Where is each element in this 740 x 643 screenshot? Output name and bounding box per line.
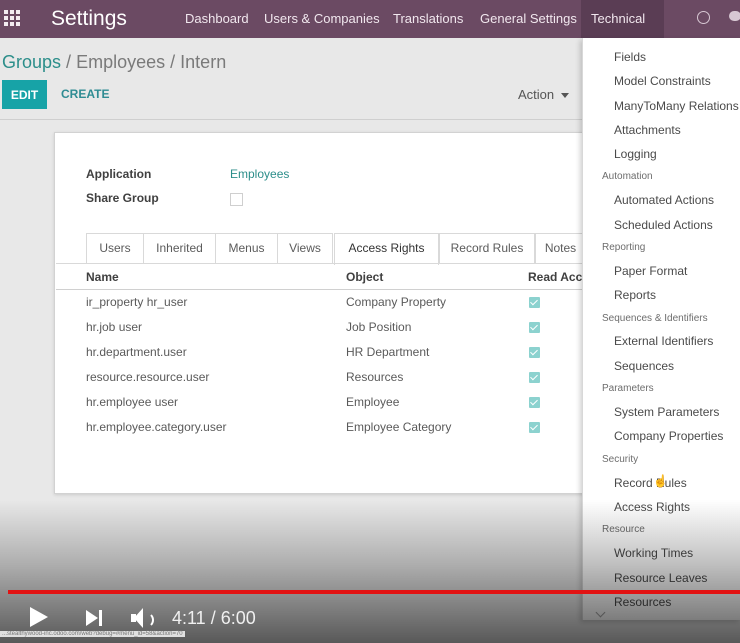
menu-item-company-properties[interactable]: Company Properties [614, 429, 723, 443]
tab-record-rules[interactable]: Record Rules [439, 233, 535, 264]
menu-item-resource-leaves[interactable]: Resource Leaves [614, 571, 707, 585]
cell-object: Job Position [346, 320, 412, 334]
edit-button[interactable]: EDIT [2, 80, 47, 109]
menu-section-reporting: Reporting [602, 242, 646, 253]
create-button[interactable]: CREATE [61, 87, 109, 101]
menu-item-system-parameters[interactable]: System Parameters [614, 405, 719, 419]
breadcrumb-current: Intern [180, 52, 227, 72]
status-url: ...stealthywood-inc.odoo.com/web?debug=#… [0, 631, 185, 637]
breadcrumb: Groups / Employees / Intern [2, 52, 226, 73]
cell-name: resource.resource.user [86, 370, 210, 384]
menu-technical[interactable]: Technical [591, 11, 645, 26]
breadcrumb-groups[interactable]: Groups [2, 52, 61, 72]
video-progress-bar[interactable] [8, 590, 740, 594]
tab-menus[interactable]: Menus [215, 233, 278, 264]
read-access-checkbox[interactable] [529, 322, 540, 333]
read-access-checkbox[interactable] [529, 397, 540, 408]
menu-section-resource: Resource [602, 524, 645, 535]
tab-notes[interactable]: Notes [535, 233, 586, 264]
menu-item-automated-actions[interactable]: Automated Actions [614, 193, 714, 207]
cell-object: Employee [346, 395, 400, 409]
share-group-label: Share Group [86, 191, 159, 205]
cell-object: Employee Category [346, 420, 452, 434]
table-row[interactable]: ir_property hr_user Company Property [56, 289, 584, 314]
read-access-checkbox[interactable] [529, 422, 540, 433]
tab-views[interactable]: Views [277, 233, 333, 264]
top-navbar: Settings Dashboard Users & Companies Tra… [0, 0, 740, 38]
divider [0, 119, 583, 120]
breadcrumb-separator: / [170, 52, 176, 72]
menu-item-scheduled-actions[interactable]: Scheduled Actions [614, 218, 713, 232]
menu-section-parameters: Parameters [602, 383, 654, 394]
column-header-read-access[interactable]: Read Acc [528, 270, 582, 284]
menu-item-external-identifiers[interactable]: External Identifiers [614, 334, 713, 348]
video-time: 4:11 / 6:00 [172, 608, 256, 628]
menu-section-automation: Automation [602, 171, 653, 182]
tab-access-rights[interactable]: Access Rights [334, 233, 439, 265]
table-row[interactable]: hr.employee.category.user Employee Categ… [56, 414, 584, 439]
menu-translations[interactable]: Translations [393, 11, 463, 26]
app-title: Settings [51, 7, 127, 30]
menu-item-many2many-relations[interactable]: ManyToMany Relations [614, 99, 739, 113]
menu-item-paper-format[interactable]: Paper Format [614, 264, 687, 278]
menu-general-settings[interactable]: General Settings [480, 11, 577, 26]
menu-dashboard[interactable]: Dashboard [185, 11, 249, 26]
menu-item-model-constraints[interactable]: Model Constraints [614, 74, 711, 88]
cell-object: HR Department [346, 345, 430, 359]
menu-item-record-rules[interactable]: Record Rules [614, 476, 687, 490]
cell-object: Company Property [346, 295, 447, 309]
action-dropdown[interactable]: Action [518, 87, 554, 102]
application-value[interactable]: Employees [230, 167, 289, 181]
menu-item-logging[interactable]: Logging [614, 147, 657, 161]
technical-dropdown-menu: Fields Model Constraints ManyToMany Rela… [582, 38, 740, 620]
breadcrumb-separator: / [66, 52, 72, 72]
menu-section-sequences: Sequences & Identifiers [602, 313, 708, 324]
menu-item-reports[interactable]: Reports [614, 288, 656, 302]
menu-item-sequences[interactable]: Sequences [614, 359, 674, 373]
tab-underline [56, 263, 584, 264]
clock-icon[interactable] [697, 11, 710, 24]
application-label: Application [86, 167, 152, 181]
chat-icon[interactable] [729, 11, 740, 21]
menu-item-resources[interactable]: Resources [614, 595, 671, 609]
table-row[interactable]: resource.resource.user Resources [56, 364, 584, 389]
next-icon[interactable] [86, 610, 104, 626]
cursor-icon: ☝ [653, 474, 668, 488]
column-header-object[interactable]: Object [346, 270, 383, 284]
table-row[interactable]: hr.job user Job Position [56, 314, 584, 339]
caret-down-icon[interactable] [561, 93, 569, 98]
menu-item-fields[interactable]: Fields [614, 50, 646, 64]
read-access-checkbox[interactable] [529, 372, 540, 383]
table-row[interactable]: hr.department.user HR Department [56, 339, 584, 364]
cell-name: hr.employee user [86, 395, 179, 409]
tab-inherited[interactable]: Inherited [143, 233, 216, 264]
menu-item-access-rights[interactable]: Access Rights [614, 500, 690, 514]
read-access-checkbox[interactable] [529, 297, 540, 308]
cell-object: Resources [346, 370, 404, 384]
menu-section-security: Security [602, 454, 639, 465]
tab-users[interactable]: Users [86, 233, 144, 264]
read-access-checkbox[interactable] [529, 347, 540, 358]
cell-name: hr.employee.category.user [86, 420, 227, 434]
volume-icon[interactable] [131, 608, 154, 628]
breadcrumb-employees[interactable]: Employees [76, 52, 165, 72]
menu-users-companies[interactable]: Users & Companies [264, 11, 380, 26]
share-group-checkbox[interactable] [230, 193, 243, 206]
play-icon[interactable] [30, 607, 48, 627]
menu-item-attachments[interactable]: Attachments [614, 123, 681, 137]
apps-grid-icon[interactable] [4, 10, 20, 26]
column-header-name[interactable]: Name [86, 270, 119, 284]
menu-item-working-times[interactable]: Working Times [614, 546, 693, 560]
cell-name: hr.job user [86, 320, 143, 334]
table-row[interactable]: hr.employee user Employee [56, 389, 584, 414]
cell-name: hr.department.user [86, 345, 187, 359]
cell-name: ir_property hr_user [86, 295, 188, 309]
